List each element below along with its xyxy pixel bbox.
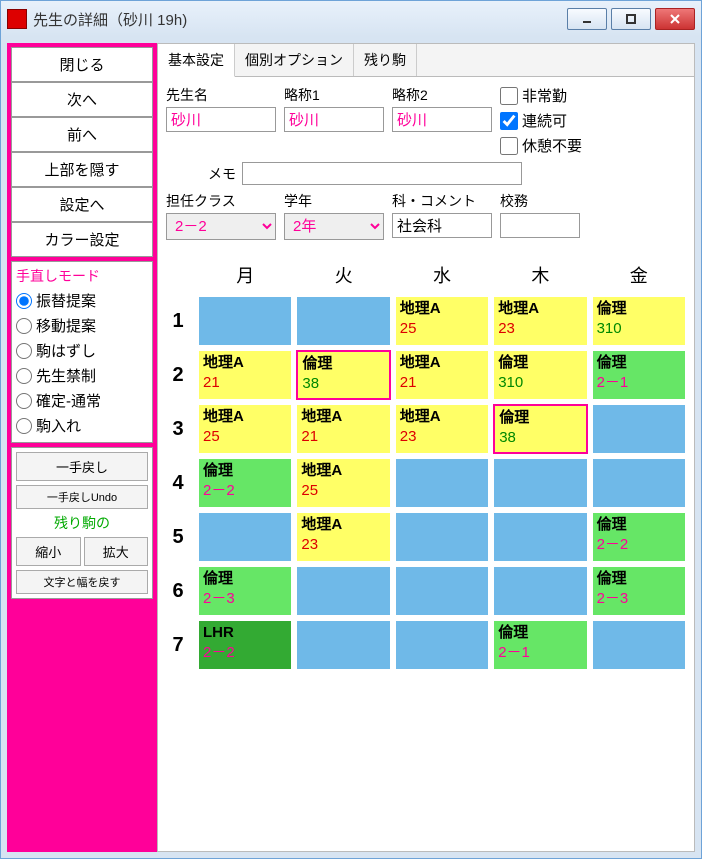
- abbr1-input[interactable]: [284, 107, 384, 132]
- mode-radio-5[interactable]: 駒入れ: [16, 413, 148, 438]
- schedule-cell[interactable]: 倫理2－1: [493, 620, 587, 670]
- period-header: 4: [162, 458, 194, 508]
- schedule-cell[interactable]: [198, 512, 292, 562]
- sidebar-button-0[interactable]: 閉じる: [11, 47, 153, 82]
- memo-input[interactable]: [242, 162, 522, 185]
- schedule-cell[interactable]: 地理A25: [296, 458, 390, 508]
- shrink-button[interactable]: 縮小: [16, 537, 81, 566]
- minimize-button[interactable]: [567, 8, 607, 30]
- subject-input[interactable]: [392, 213, 492, 238]
- class-select[interactable]: 2－2: [166, 213, 276, 240]
- sidebar-button-2[interactable]: 前へ: [11, 117, 153, 152]
- close-button[interactable]: [655, 8, 695, 30]
- sidebar-button-4[interactable]: 設定へ: [11, 187, 153, 222]
- schedule-cell[interactable]: 地理A21: [296, 404, 390, 454]
- day-header: 火: [296, 258, 390, 292]
- schedule-cell[interactable]: [198, 296, 292, 346]
- schedule-cell[interactable]: 地理A25: [395, 296, 489, 346]
- period-header: 3: [162, 404, 194, 454]
- name-label: 先生名: [166, 85, 276, 105]
- schedule-cell[interactable]: 地理A25: [198, 404, 292, 454]
- schedule-cell[interactable]: [592, 404, 686, 454]
- schedule-cell[interactable]: 倫理2－2: [198, 458, 292, 508]
- period-header: 7: [162, 620, 194, 670]
- schedule-cell[interactable]: [395, 512, 489, 562]
- undo-redo-button[interactable]: 一手戻しUndo: [16, 485, 148, 509]
- period-header: 6: [162, 566, 194, 616]
- schedule-cell[interactable]: 地理A21: [198, 350, 292, 400]
- remain-label: 残り駒の: [16, 513, 148, 533]
- schedule-cell[interactable]: [296, 296, 390, 346]
- schedule-cell[interactable]: 倫理2－1: [592, 350, 686, 400]
- schedule-cell[interactable]: [296, 566, 390, 616]
- schedule-cell[interactable]: 倫理2－2: [592, 512, 686, 562]
- period-header: 5: [162, 512, 194, 562]
- mode-radio-2[interactable]: 駒はずし: [16, 338, 148, 363]
- period-header: 1: [162, 296, 194, 346]
- schedule-cell[interactable]: 倫理2－3: [198, 566, 292, 616]
- schedule-cell[interactable]: [493, 512, 587, 562]
- window-title: 先生の詳細（砂川 19h): [33, 9, 567, 30]
- schedule-cell[interactable]: 倫理2－3: [592, 566, 686, 616]
- class-label: 担任クラス: [166, 191, 276, 211]
- day-header: 木: [493, 258, 587, 292]
- abbr2-input[interactable]: [392, 107, 492, 132]
- day-header: 水: [395, 258, 489, 292]
- app-icon: [7, 9, 27, 29]
- schedule-cell[interactable]: 倫理310: [592, 296, 686, 346]
- mode-header: 手直しモード: [16, 266, 148, 286]
- parttime-checkbox[interactable]: 非常勤: [500, 85, 582, 106]
- grade-label: 学年: [284, 191, 384, 211]
- schedule-cell[interactable]: [592, 620, 686, 670]
- subject-label: 科・コメント: [392, 191, 492, 211]
- day-header: 月: [198, 258, 292, 292]
- duty-input[interactable]: [500, 213, 580, 238]
- mode-radio-4[interactable]: 確定-通常: [16, 388, 148, 413]
- schedule-cell[interactable]: 地理A23: [296, 512, 390, 562]
- grade-select[interactable]: 2年: [284, 213, 384, 240]
- schedule-cell[interactable]: [493, 458, 587, 508]
- schedule-cell[interactable]: 地理A23: [493, 296, 587, 346]
- tab-2[interactable]: 残り駒: [354, 44, 417, 76]
- enlarge-button[interactable]: 拡大: [84, 537, 149, 566]
- schedule-cell[interactable]: 倫理38: [296, 350, 390, 400]
- schedule-cell[interactable]: [395, 620, 489, 670]
- schedule-cell[interactable]: [592, 458, 686, 508]
- reset-width-button[interactable]: 文字と幅を戻す: [16, 570, 148, 594]
- schedule-cell[interactable]: 地理A21: [395, 350, 489, 400]
- undo-button[interactable]: 一手戻し: [16, 452, 148, 481]
- abbr2-label: 略称2: [392, 85, 492, 105]
- sidebar-button-5[interactable]: カラー設定: [11, 222, 153, 257]
- sidebar-button-1[interactable]: 次へ: [11, 82, 153, 117]
- name-input[interactable]: [166, 107, 276, 132]
- schedule-cell[interactable]: 倫理38: [493, 404, 587, 454]
- tab-0[interactable]: 基本設定: [158, 44, 235, 77]
- schedule-cell[interactable]: [395, 458, 489, 508]
- tab-1[interactable]: 個別オプション: [235, 44, 354, 76]
- schedule-cell[interactable]: [296, 620, 390, 670]
- mode-radio-0[interactable]: 振替提案: [16, 288, 148, 313]
- mode-radio-1[interactable]: 移動提案: [16, 313, 148, 338]
- schedule-cell[interactable]: LHR2－2: [198, 620, 292, 670]
- sidebar-button-3[interactable]: 上部を隠す: [11, 152, 153, 187]
- schedule-cell[interactable]: 倫理310: [493, 350, 587, 400]
- schedule-cell[interactable]: [395, 566, 489, 616]
- schedule-cell[interactable]: [493, 566, 587, 616]
- mode-radio-3[interactable]: 先生禁制: [16, 363, 148, 388]
- abbr1-label: 略称1: [284, 85, 384, 105]
- consecutive-checkbox[interactable]: 連続可: [500, 110, 582, 131]
- schedule-cell[interactable]: 地理A23: [395, 404, 489, 454]
- period-header: 2: [162, 350, 194, 400]
- maximize-button[interactable]: [611, 8, 651, 30]
- duty-label: 校務: [500, 191, 580, 211]
- day-header: 金: [592, 258, 686, 292]
- nobreak-checkbox[interactable]: 休憩不要: [500, 135, 582, 156]
- memo-label: メモ: [166, 164, 236, 184]
